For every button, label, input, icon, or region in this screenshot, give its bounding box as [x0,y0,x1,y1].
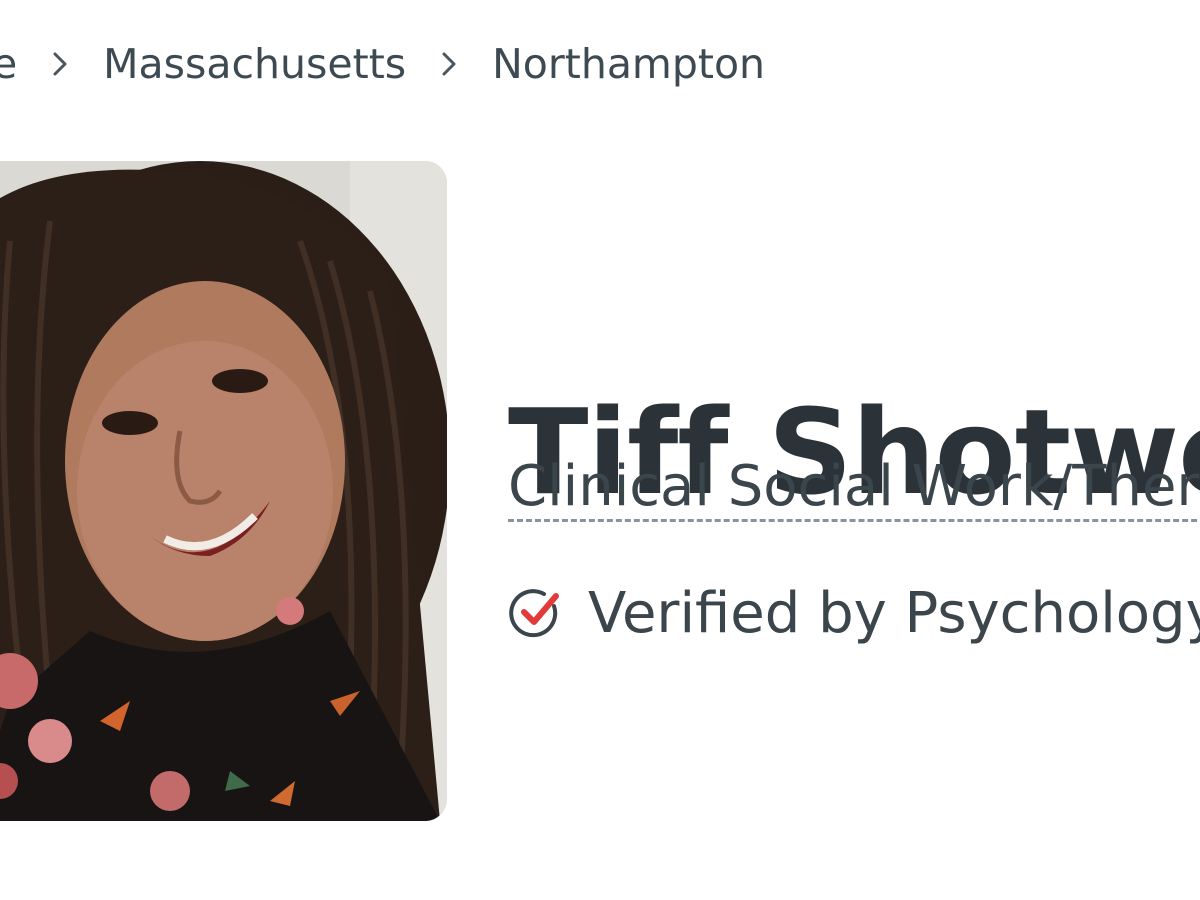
profile-title-link[interactable]: Clinical Social Work/Therap [508,457,1200,522]
breadcrumb-state[interactable]: Massachusetts [103,40,406,88]
verified-row: Verified by Psychology [508,586,1200,642]
verified-text: Verified by Psychology [588,581,1200,646]
chevron-right-icon [406,44,492,84]
chevron-right-icon [17,44,103,84]
profile-page: me Massachusetts Northampton [0,0,1200,900]
breadcrumb: me Massachusetts Northampton [0,38,765,90]
profile-photo[interactable] [0,161,447,821]
breadcrumb-home[interactable]: me [0,40,17,88]
check-circle-icon [508,586,564,642]
breadcrumb-city[interactable]: Northampton [492,40,765,88]
verified-badge-icon [1180,356,1200,396]
